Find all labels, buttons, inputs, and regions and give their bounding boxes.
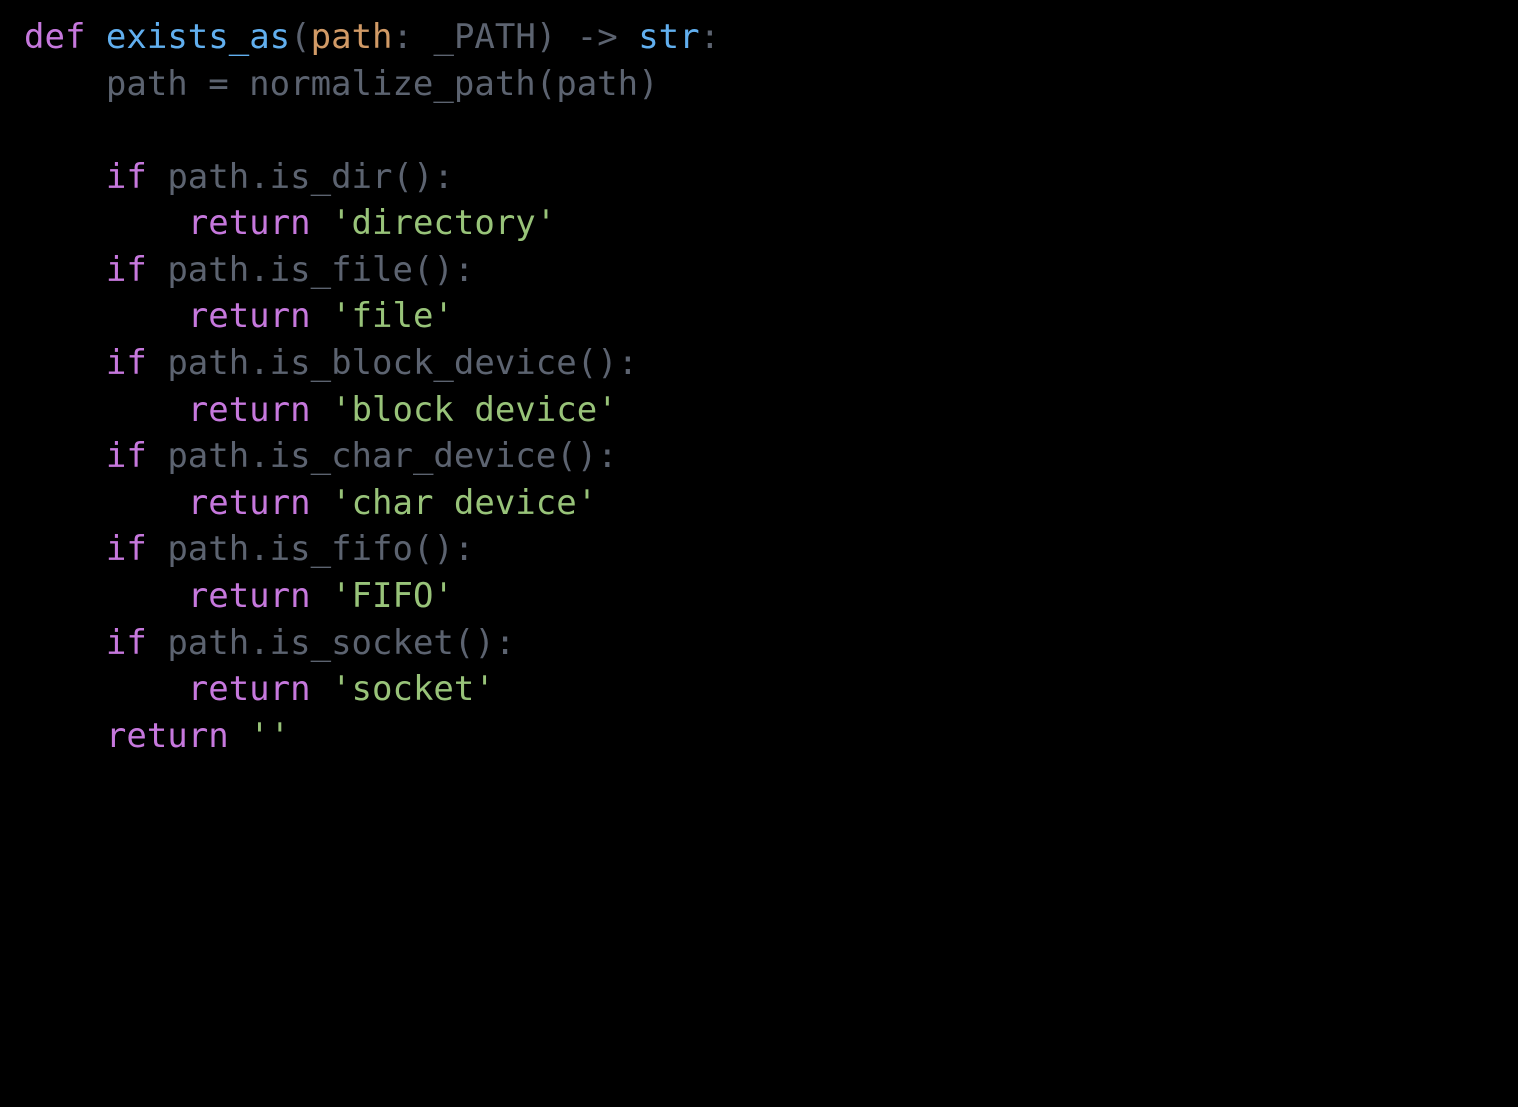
keyword-if: if [106, 436, 147, 476]
string-literal: 'block device' [331, 390, 618, 430]
colon-end: : [700, 17, 720, 57]
keyword-if: if [106, 623, 147, 663]
keyword-return: return [106, 716, 229, 756]
string-literal: 'FIFO' [331, 576, 454, 616]
param-name: path [311, 17, 393, 57]
keyword-return: return [188, 483, 311, 523]
cond: path.is_fifo(): [147, 529, 475, 569]
string-literal: 'char device' [331, 483, 597, 523]
colon: : [393, 17, 434, 57]
string-literal: 'directory' [331, 203, 556, 243]
cond: path.is_dir(): [147, 157, 454, 197]
cond: path.is_block_device(): [147, 343, 638, 383]
function-name: exists_as [106, 17, 290, 57]
keyword-return: return [188, 390, 311, 430]
keyword-return: return [188, 203, 311, 243]
paren-close: ) [536, 17, 556, 57]
string-literal: '' [249, 716, 290, 756]
cond: path.is_file(): [147, 250, 475, 290]
paren-open: ( [290, 17, 310, 57]
keyword-if: if [106, 343, 147, 383]
return-type: str [638, 17, 699, 57]
arrow: -> [556, 17, 638, 57]
keyword-if: if [106, 157, 147, 197]
keyword-return: return [188, 669, 311, 709]
assign-line: path = normalize_path(path) [106, 64, 659, 104]
string-literal: 'file' [331, 296, 454, 336]
code-block: def exists_as(path: _PATH) -> str: path … [0, 0, 1518, 759]
keyword-if: if [106, 529, 147, 569]
keyword-def: def [24, 17, 85, 57]
keyword-if: if [106, 250, 147, 290]
param-type: _PATH [433, 17, 535, 57]
cond: path.is_char_device(): [147, 436, 618, 476]
cond: path.is_socket(): [147, 623, 515, 663]
keyword-return: return [188, 296, 311, 336]
keyword-return: return [188, 576, 311, 616]
string-literal: 'socket' [331, 669, 495, 709]
